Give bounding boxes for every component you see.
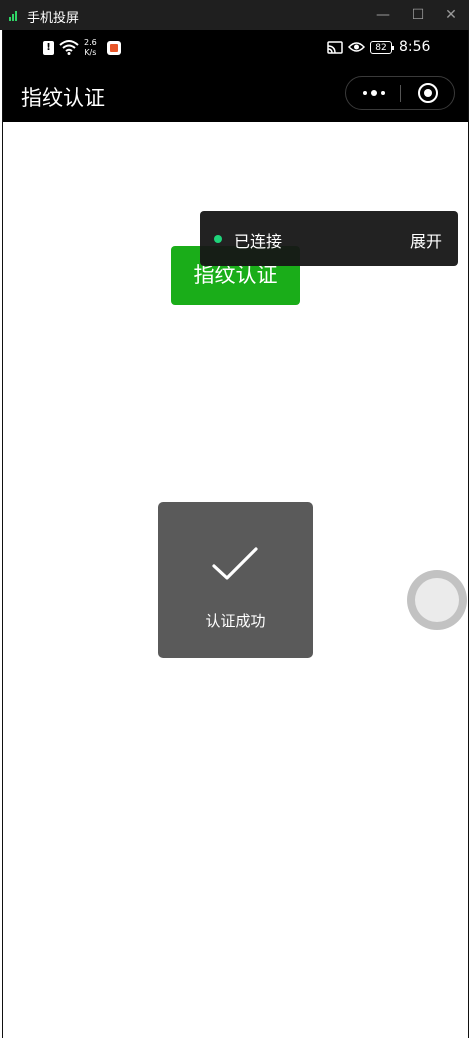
success-toast: 认证成功 — [158, 502, 313, 658]
network-speed-value: 2.6 — [84, 38, 97, 47]
signal-app-icon — [9, 9, 21, 21]
connection-status-label: 已连接 — [234, 232, 283, 251]
navigation-bar: 指纹认证 — [3, 68, 468, 122]
mini-program-capsule — [345, 76, 455, 110]
cast-icon — [327, 41, 343, 54]
expand-button[interactable]: 展开 — [410, 228, 442, 252]
checkmark-icon — [212, 547, 258, 580]
more-menu-button[interactable] — [346, 77, 400, 109]
phone-screen: ! 2.6 K/s 82 8:56 指纹认证 指纹认证 已连接 展开 认证成功 — [2, 30, 469, 1038]
connection-status-bar: 已连接 展开 — [200, 211, 458, 266]
network-speed-unit: K/s — [84, 48, 97, 57]
app-notification-icon — [107, 41, 121, 55]
close-window-button[interactable]: ✕ — [434, 0, 468, 30]
status-time: 8:56 — [399, 39, 431, 55]
eye-icon — [348, 42, 365, 52]
floating-assistive-button[interactable] — [407, 570, 467, 630]
wifi-icon — [59, 40, 79, 55]
page-title: 指纹认证 — [21, 86, 105, 110]
status-bar: ! 2.6 K/s 82 8:56 — [3, 30, 468, 68]
network-speed: 2.6 K/s — [84, 38, 97, 58]
window-title: 手机投屏 — [27, 11, 80, 26]
window-titlebar: 手机投屏 — ☐ ✕ — [0, 0, 469, 30]
close-mini-program-button[interactable] — [401, 77, 455, 109]
toast-message: 认证成功 — [205, 612, 266, 630]
battery-icon: 82 — [370, 41, 394, 54]
maximize-button[interactable]: ☐ — [401, 0, 435, 30]
connected-dot-icon — [214, 235, 222, 243]
minimize-button[interactable]: — — [366, 0, 400, 30]
alert-icon: ! — [43, 41, 54, 55]
